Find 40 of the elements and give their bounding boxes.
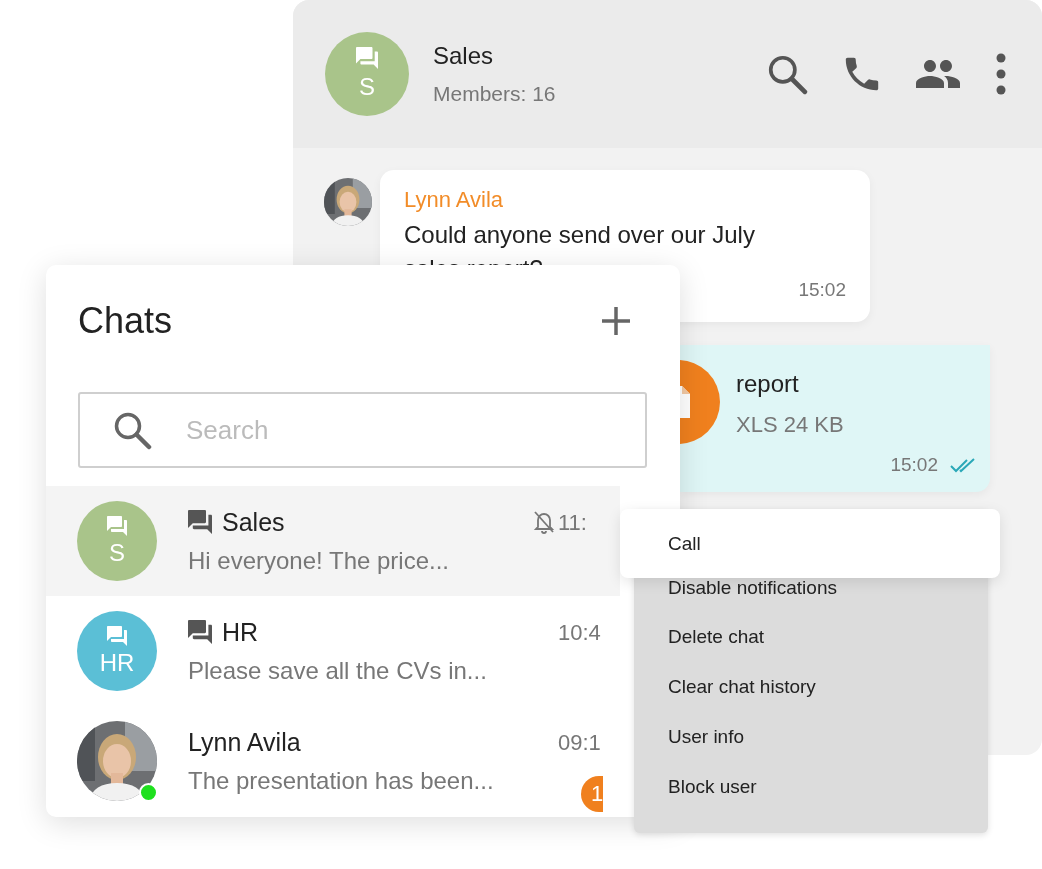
chat-time: 11: <box>558 510 588 536</box>
chat-list-item[interactable]: S Sales Hi everyone! The price... 11: <box>46 486 620 596</box>
members-count: Members: 16 <box>433 82 556 106</box>
menu-item[interactable]: Delete chat <box>634 612 988 662</box>
group-chat-icon <box>356 47 378 69</box>
plus-icon[interactable] <box>600 305 632 337</box>
message-preview: The presentation has been... <box>188 767 495 795</box>
file-name: report <box>736 370 800 398</box>
chat-time: 10:4 <box>558 620 602 646</box>
group-chat-icon <box>107 515 127 536</box>
phone-icon[interactable] <box>844 56 880 92</box>
chat-title: Sales <box>433 42 495 70</box>
group-chat-icon <box>107 625 127 646</box>
menu-item[interactable]: Disable notifications <box>634 578 988 612</box>
chat-list-item[interactable]: HR HR Please save all the CVs in... 10:4 <box>46 596 634 706</box>
search-icon <box>112 410 152 450</box>
menu-item[interactable]: User info <box>634 712 988 762</box>
avatar-initials: S <box>359 73 375 101</box>
chat-name: Lynn Avila <box>188 727 301 757</box>
sender-name: Lynn Avila <box>404 186 505 214</box>
file-size: XLS 24 KB <box>736 412 844 438</box>
more-icon[interactable] <box>996 53 1006 95</box>
menu-item[interactable]: Call <box>620 509 1000 578</box>
menu-item[interactable]: Block user <box>634 762 988 812</box>
avatar-initials: S <box>109 538 125 567</box>
chat-list-item[interactable]: Lynn Avila The presentation has been... 09:1 1 <box>46 706 634 816</box>
panel-title: Chats <box>78 300 173 342</box>
group-chat-icon <box>188 620 212 644</box>
message-time: 15:02 <box>798 279 846 300</box>
search-icon[interactable] <box>766 53 808 95</box>
avatar-initials: HR <box>99 648 135 677</box>
message-preview: Please save all the CVs in... <box>188 657 488 685</box>
unread-count: 1 <box>581 776 603 812</box>
message-preview: Hi everyone! The price... <box>188 547 450 575</box>
group-chat-icon <box>188 510 212 534</box>
chat-name: Sales <box>222 507 285 537</box>
chat-time: 09:1 <box>558 730 602 756</box>
menu-item[interactable]: Clear chat history <box>634 662 988 712</box>
chat-name: HR <box>222 617 259 647</box>
message-time: 15:02 <box>890 454 938 476</box>
